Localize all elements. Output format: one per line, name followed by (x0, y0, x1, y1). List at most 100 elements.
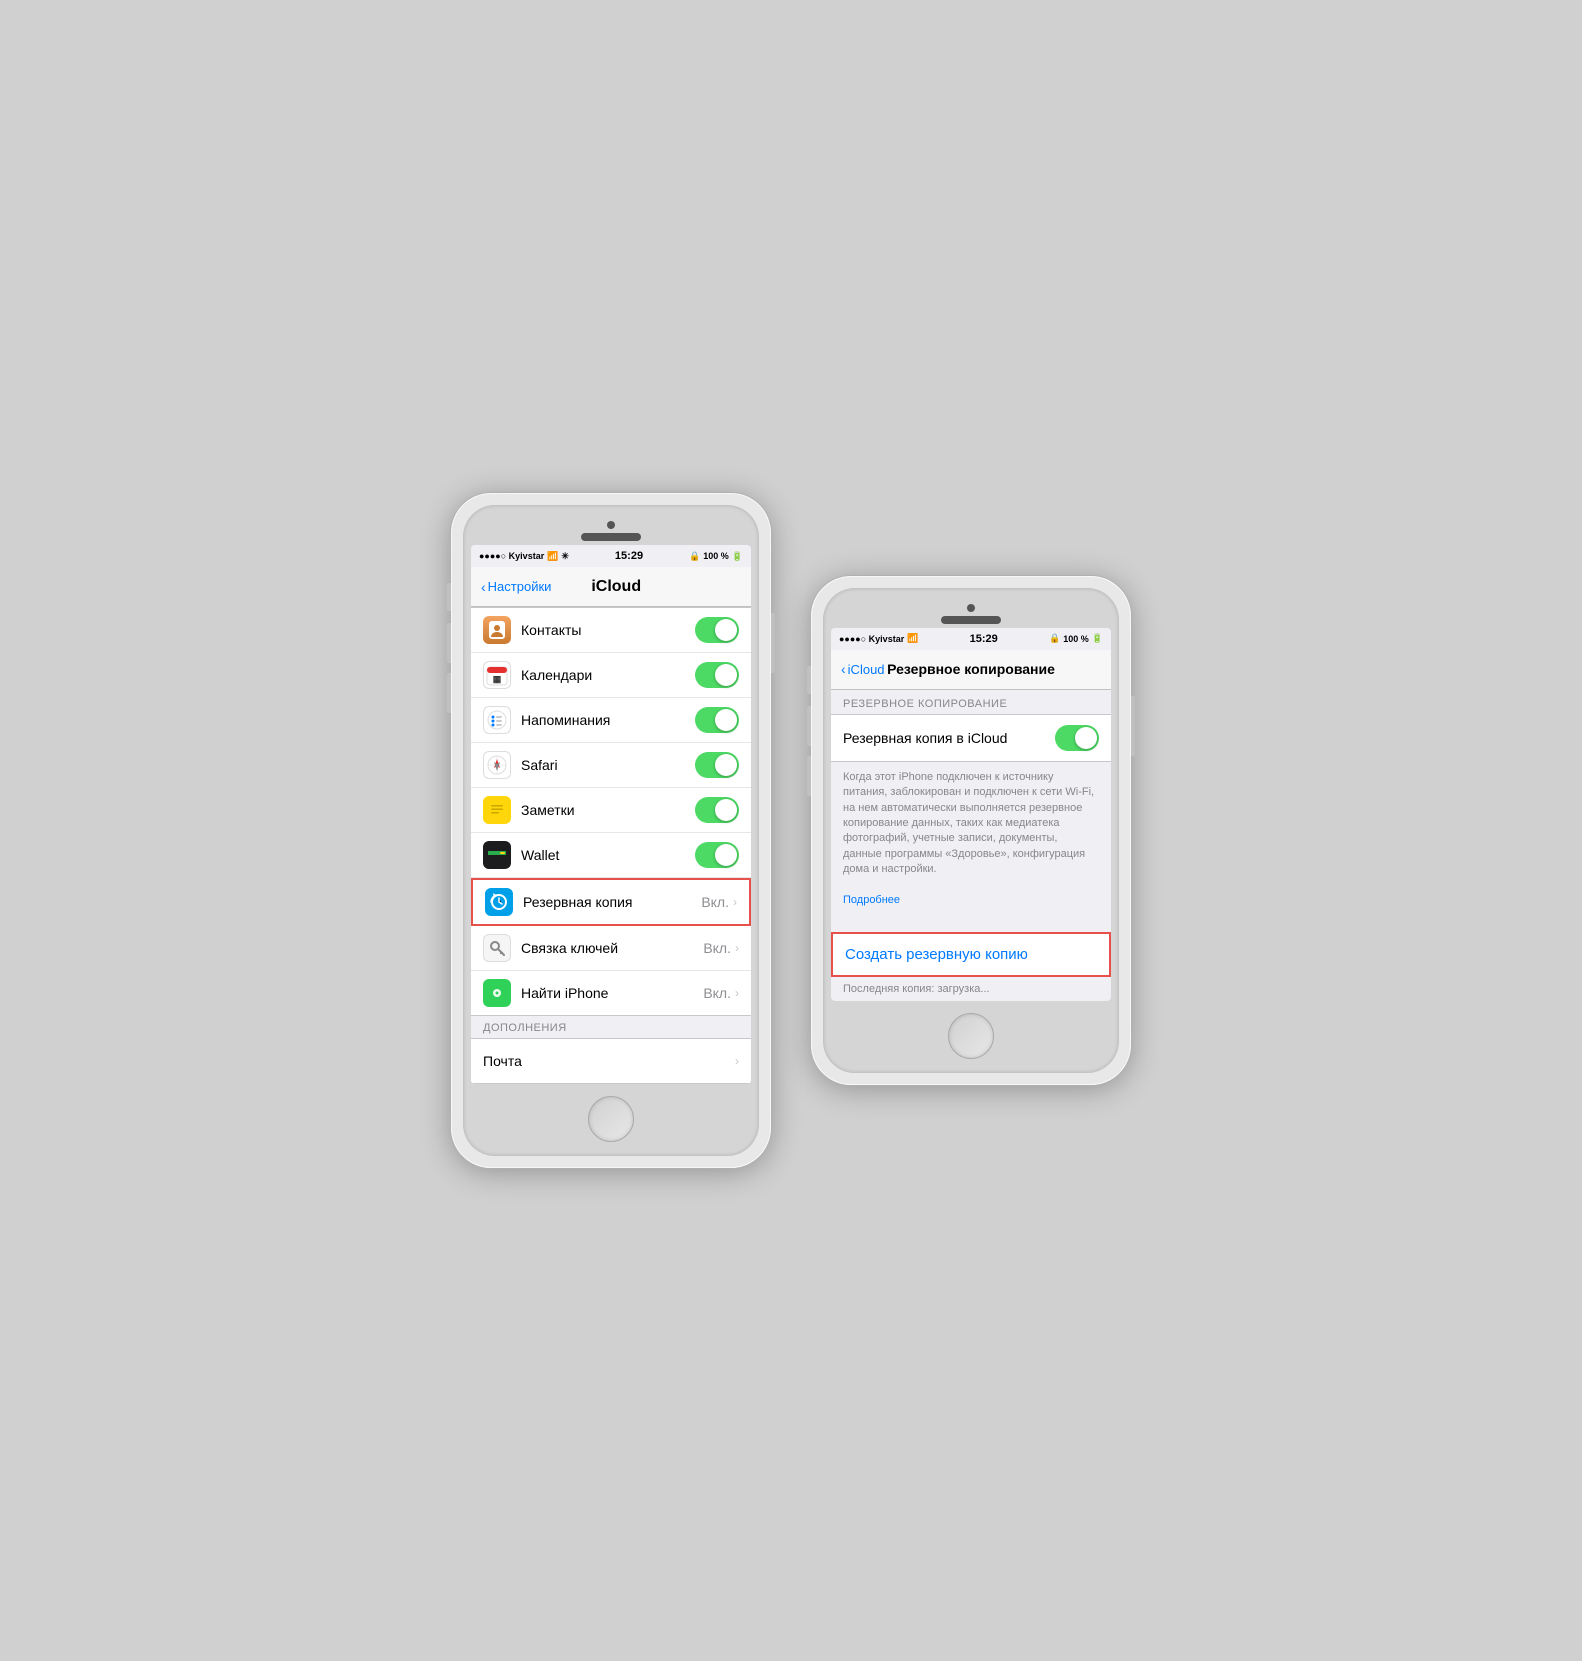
icon-contacts (483, 616, 511, 644)
toggle-icloud-backup[interactable] (1055, 725, 1099, 751)
icon-safari (483, 751, 511, 779)
list-item-keychain[interactable]: Связка ключей Вкл. › (471, 926, 751, 971)
label-contacts: Контакты (521, 622, 695, 638)
carrier-1: ●●●●○ Kyivstar (479, 551, 544, 561)
section-backup-main: РЕЗЕРВНОЕ КОПИРОВАНИЕ Резервная копия в … (831, 690, 1111, 917)
back-chevron-2: ‹ (841, 661, 846, 677)
label-findphone: Найти iPhone (521, 985, 703, 1001)
nav-title-1: iCloud (491, 578, 741, 596)
value-keychain: Вкл. (703, 940, 731, 956)
backup-action-row[interactable]: Создать резервную копию (831, 932, 1111, 977)
list-item-calendar[interactable]: ▦ Календари (471, 653, 751, 698)
status-right-1: 🔒 100 % 🔋 (689, 551, 743, 562)
list-item-contacts[interactable]: Контакты (471, 608, 751, 653)
battery-percent-2: 100 % (1063, 634, 1089, 644)
phone-top-1 (471, 513, 751, 545)
list-additional: Почта › (471, 1038, 751, 1084)
phone-top-2 (831, 596, 1111, 628)
backup-section-header: РЕЗЕРВНОЕ КОПИРОВАНИЕ (831, 690, 1111, 714)
carrier-2: ●●●●○ Kyivstar (839, 634, 904, 644)
signal-extra-1: ✳︎ (561, 551, 569, 562)
nav-title-2: Резервное копирование (887, 661, 1055, 677)
toggle-safari[interactable] (695, 752, 739, 778)
side-button-mute-2 (807, 666, 811, 694)
screen-1: ●●●●○ Kyivstar 📶 ✳︎ 15:29 🔒 100 % 🔋 ‹ На… (471, 545, 751, 1084)
side-button-right-2 (1131, 696, 1135, 756)
lock-icon-2: 🔒 (1049, 633, 1060, 644)
chevron-backup: › (733, 895, 737, 909)
list-item-reminders[interactable]: Напоминания (471, 698, 751, 743)
toggle-calendar[interactable] (695, 662, 739, 688)
label-keychain: Связка ключей (521, 940, 703, 956)
label-notes: Заметки (521, 802, 695, 818)
battery-icon-1: 🔋 (732, 551, 743, 562)
home-button-2[interactable] (948, 1013, 994, 1059)
battery-percent-1: 100 % (703, 551, 729, 561)
list-item-mail[interactable]: Почта › (471, 1039, 751, 1083)
section-additional: ДОПОЛНЕНИЯ Почта › (471, 1016, 751, 1084)
svg-text:▦: ▦ (493, 674, 502, 684)
label-safari: Safari (521, 757, 695, 773)
wifi-icon-1: 📶 (547, 551, 558, 562)
toggle-notes[interactable] (695, 797, 739, 823)
side-button-vol-down-2 (807, 756, 811, 796)
phone-bottom-2 (831, 1001, 1111, 1065)
status-right-2: 🔒 100 % 🔋 (1049, 633, 1103, 644)
backup-action-label: Создать резервную копию (845, 946, 1028, 963)
icon-keychain (483, 934, 511, 962)
battery-icon-2: 🔋 (1092, 633, 1103, 644)
value-backup: Вкл. (701, 894, 729, 910)
phone-inner-1: ●●●●○ Kyivstar 📶 ✳︎ 15:29 🔒 100 % 🔋 ‹ На… (463, 505, 759, 1156)
back-label-2: iCloud (848, 662, 885, 677)
list-item-notes[interactable]: Заметки (471, 788, 751, 833)
backup-toggle-label: Резервная копия в iCloud (843, 730, 1055, 746)
list-item-wallet[interactable]: Wallet (471, 833, 751, 878)
wifi-icon-2: 📶 (907, 633, 918, 644)
screen-2: ●●●●○ Kyivstar 📶 15:29 🔒 100 % 🔋 ‹ iClou… (831, 628, 1111, 1002)
toggle-reminders[interactable] (695, 707, 739, 733)
backup-last: Последняя копия: загрузка... (831, 977, 1111, 1001)
side-button-mute (447, 583, 451, 611)
phone-1: ●●●●○ Kyivstar 📶 ✳︎ 15:29 🔒 100 % 🔋 ‹ На… (451, 493, 771, 1168)
list-item-backup[interactable]: Резервная копия Вкл. › (471, 878, 751, 926)
label-backup: Резервная копия (523, 894, 701, 910)
label-wallet: Wallet (521, 847, 695, 863)
status-bar-2: ●●●●○ Kyivstar 📶 15:29 🔒 100 % 🔋 (831, 628, 1111, 650)
icon-backup (485, 888, 513, 916)
lock-icon-1: 🔒 (689, 551, 700, 562)
speaker-2 (941, 616, 1001, 624)
status-left-1: ●●●●○ Kyivstar 📶 ✳︎ (479, 551, 569, 562)
backup-toggle-row[interactable]: Резервная копия в iCloud (831, 714, 1111, 762)
toggle-wallet[interactable] (695, 842, 739, 868)
chevron-keychain: › (735, 941, 739, 955)
icon-wallet (483, 841, 511, 869)
list-item-findphone[interactable]: Найти iPhone Вкл. › (471, 971, 751, 1015)
icon-calendar: ▦ (483, 661, 511, 689)
chevron-findphone: › (735, 986, 739, 1000)
time-2: 15:29 (970, 633, 998, 645)
side-button-vol-up-2 (807, 706, 811, 746)
label-reminders: Напоминания (521, 712, 695, 728)
list-item-safari[interactable]: Safari (471, 743, 751, 788)
section-header-additional: ДОПОЛНЕНИЯ (471, 1016, 751, 1038)
camera (607, 521, 615, 529)
backup-description: Когда этот iPhone подключен к источнику … (831, 762, 1111, 917)
side-button-right (771, 613, 775, 673)
toggle-contacts[interactable] (695, 617, 739, 643)
camera-2 (967, 604, 975, 612)
icon-notes (483, 796, 511, 824)
phone-2: ●●●●○ Kyivstar 📶 15:29 🔒 100 % 🔋 ‹ iClou… (811, 576, 1131, 1086)
nav-bar-1: ‹ Настройки iCloud (471, 567, 751, 607)
home-button-1[interactable] (588, 1096, 634, 1142)
side-button-vol-down (447, 673, 451, 713)
status-left-2: ●●●●○ Kyivstar 📶 (839, 633, 918, 644)
time-1: 15:29 (615, 550, 643, 562)
value-findphone: Вкл. (703, 985, 731, 1001)
back-button-2[interactable]: ‹ iCloud (841, 661, 885, 677)
backup-desc-text: Когда этот iPhone подключен к источнику … (843, 771, 1094, 875)
phone-inner-2: ●●●●○ Kyivstar 📶 15:29 🔒 100 % 🔋 ‹ iClou… (823, 588, 1119, 1074)
label-calendar: Календари (521, 667, 695, 683)
back-chevron-1: ‹ (481, 579, 486, 595)
icon-findphone (483, 979, 511, 1007)
backup-link[interactable]: Подробнее (843, 894, 900, 906)
